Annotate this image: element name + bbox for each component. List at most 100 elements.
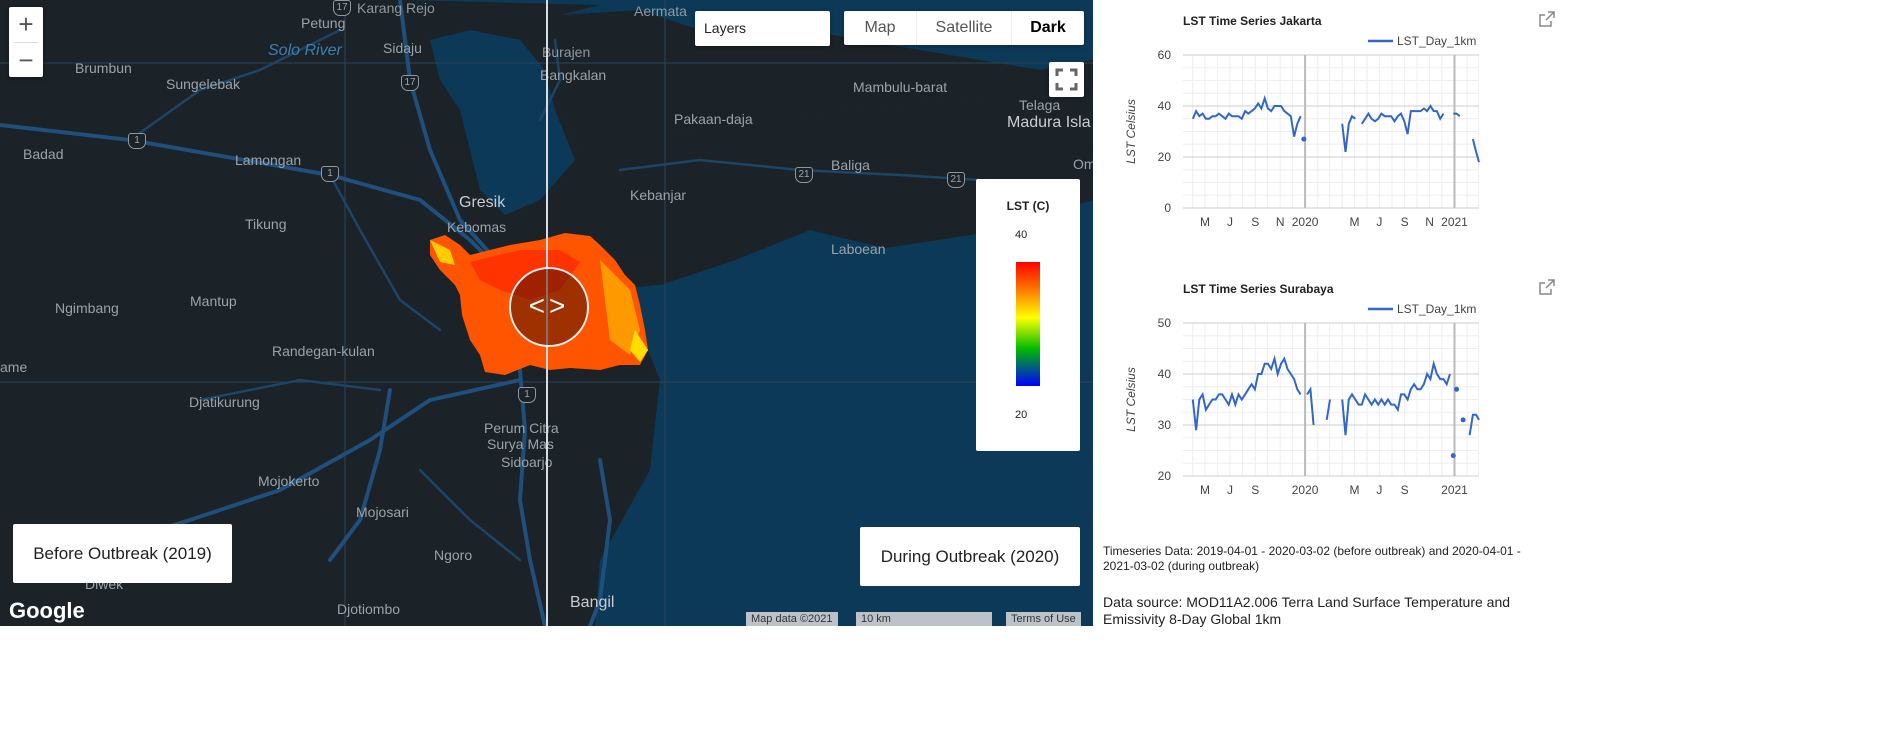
- data-point: [1450, 453, 1456, 459]
- layers-dropdown[interactable]: Layers: [695, 11, 830, 46]
- map-data-attribution[interactable]: Map data ©2021: [746, 612, 838, 626]
- chart-surabaya: LST Time Series Surabaya 20 30 40 50 M J S 2020 M…: [1124, 282, 1480, 497]
- fullscreen-icon: [1055, 68, 1078, 91]
- x-tick-label: S: [1401, 483, 1409, 497]
- y-tick-label: 40: [1158, 99, 1172, 113]
- place-label: Baliga: [831, 157, 870, 173]
- y-tick-label: 0: [1164, 201, 1171, 215]
- place-label: Tikung: [245, 216, 287, 232]
- x-tick-label: S: [1401, 215, 1409, 229]
- map-type-dark[interactable]: Dark: [1012, 11, 1084, 45]
- x-tick-label: S: [1251, 215, 1259, 229]
- legend-max-value: 40: [1015, 229, 1028, 241]
- place-label: Petung: [301, 15, 346, 31]
- scale-bar[interactable]: 10 km: [856, 612, 992, 626]
- data-point: [1460, 417, 1466, 423]
- place-label: Gresik: [459, 194, 506, 211]
- x-tick-label: M: [1200, 215, 1210, 229]
- popout-icon[interactable]: [1539, 279, 1555, 295]
- data-point: [1301, 136, 1307, 142]
- place-label: Om: [1073, 156, 1093, 172]
- x-tick-label: 2021: [1441, 483, 1468, 497]
- y-axis-label: LST Celsius: [1124, 367, 1138, 432]
- x-tick-label: J: [1227, 215, 1233, 229]
- place-label: Randegan-kulan: [272, 343, 375, 359]
- x-tick-label: M: [1200, 483, 1210, 497]
- during-outbreak-label: During Outbreak (2020): [860, 527, 1080, 586]
- legend-min-value: 20: [1015, 409, 1028, 421]
- place-label: Solo River: [268, 42, 342, 59]
- series-line: [1360, 104, 1445, 135]
- place-label: Sidoarjo: [501, 454, 553, 470]
- place-label: Madura Isla: [1007, 114, 1091, 131]
- x-tick-label: J: [1227, 483, 1233, 497]
- place-label: Burajen: [542, 44, 591, 60]
- road-shield: 17: [401, 75, 419, 91]
- x-tick-label: J: [1376, 215, 1382, 229]
- place-label: Bangil: [570, 594, 615, 611]
- legend-title: LST (C): [1006, 199, 1050, 213]
- place-label: Ngimbang: [55, 300, 119, 316]
- series-line: [1191, 95, 1302, 137]
- x-tick-label: 2021: [1441, 215, 1468, 229]
- place-label: Surya Mas: [487, 436, 554, 452]
- fullscreen-button[interactable]: [1049, 62, 1084, 97]
- place-label: Mambulu-barat: [853, 79, 948, 95]
- place-label: Bangkalan: [540, 67, 607, 83]
- chart-title: LST Time Series Surabaya: [1183, 282, 1334, 296]
- series-line: [1471, 138, 1480, 163]
- legend-label: LST_Day_1km: [1397, 34, 1476, 48]
- place-label: Brumbun: [75, 60, 132, 76]
- place-label: Pakaan-daja: [674, 111, 753, 127]
- place-label: Badad: [23, 146, 64, 162]
- chart-title: LST Time Series Jakarta: [1183, 14, 1322, 28]
- map-type-map[interactable]: Map: [844, 11, 917, 45]
- map-type-control: Map Satellite Dark: [844, 11, 1084, 45]
- place-label: Aermata: [634, 3, 687, 19]
- x-tick-label: 2020: [1292, 215, 1319, 229]
- road-shield: 21: [795, 167, 813, 183]
- place-label: Sungelebak: [166, 76, 240, 92]
- place-label: Mojosari: [356, 504, 409, 520]
- data-point: [1454, 386, 1460, 392]
- place-label: Lamongan: [235, 152, 302, 168]
- place-label: ame: [0, 359, 28, 375]
- place-label: Karang Rejo: [357, 0, 435, 16]
- place-label: Mantup: [190, 293, 237, 309]
- timeseries-note: Timeseries Data: 2019-04-01 - 2020-03-02…: [1103, 544, 1521, 573]
- road-shield: 1: [321, 166, 339, 182]
- series-line: [1191, 354, 1302, 431]
- zoom-in-button[interactable]: +: [9, 7, 43, 42]
- x-tick-label: S: [1251, 483, 1259, 497]
- place-label: Kebomas: [447, 219, 507, 235]
- popout-icon[interactable]: [1539, 11, 1555, 27]
- data-source-note: Data source: MOD11A2.006 Terra Land Surf…: [1103, 594, 1511, 627]
- series-line: [1306, 386, 1315, 426]
- map[interactable]: Karang Rejo Aermata Petung Solo River Sidaju…: [0, 0, 1093, 626]
- terms-of-use-link[interactable]: Terms of Use: [1006, 612, 1081, 626]
- x-tick-label: N: [1425, 215, 1434, 229]
- before-outbreak-label: Before Outbreak (2019): [13, 524, 232, 583]
- x-tick-label: M: [1349, 483, 1359, 497]
- road-shield: 1: [518, 387, 536, 403]
- y-tick-label: 50: [1158, 316, 1172, 330]
- map-type-satellite[interactable]: Satellite: [917, 11, 1012, 45]
- legend-color-ramp: [1016, 262, 1040, 386]
- x-tick-label: M: [1349, 215, 1359, 229]
- place-label: Laboean: [831, 241, 886, 257]
- x-tick-label: J: [1376, 483, 1382, 497]
- road-shield: 17: [333, 0, 351, 16]
- zoom-controls: + −: [9, 7, 43, 77]
- chart-jakarta: LST Time Series Jakarta 0 20 40 60 M J S N 2020 M J…: [1124, 14, 1480, 229]
- y-tick-label: 40: [1158, 367, 1172, 381]
- scale-label: 10 km: [861, 613, 891, 625]
- zoom-out-button[interactable]: −: [9, 43, 43, 78]
- road-shield: 1: [128, 133, 146, 149]
- y-tick-label: 60: [1158, 48, 1172, 62]
- google-logo: Google: [9, 598, 85, 623]
- road-shield: 21: [947, 172, 965, 188]
- swipe-handle[interactable]: <>: [509, 267, 589, 347]
- place-label: Telaga: [1019, 97, 1061, 113]
- x-tick-label: N: [1276, 215, 1285, 229]
- place-label: Mojokerto: [258, 473, 320, 489]
